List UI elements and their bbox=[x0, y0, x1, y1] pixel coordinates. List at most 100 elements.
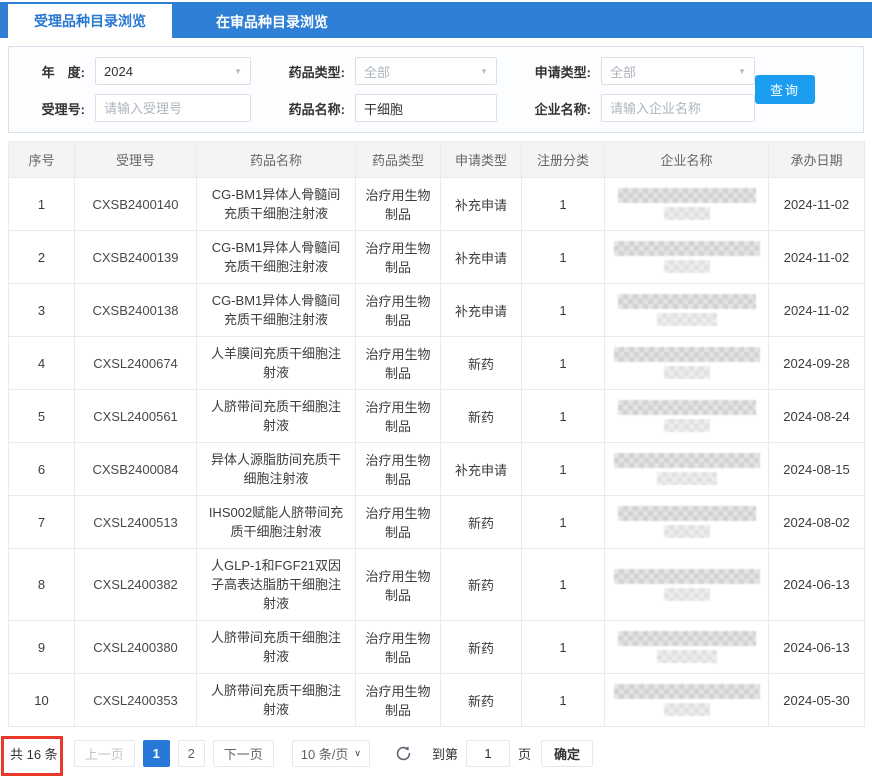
cell-drug-name: CG-BM1异体人骨髓间充质干细胞注射液 bbox=[196, 177, 356, 231]
col-header-apply-type: 申请类型 bbox=[440, 141, 522, 178]
table-row: 9 CXSL2400380 人脐带间充质干细胞注射液 治疗用生物制品 新药 1 … bbox=[8, 620, 865, 674]
year-select[interactable]: 2024 ▼ bbox=[95, 57, 251, 85]
cell-no: 8 bbox=[8, 548, 75, 621]
pagination-bar: 共 16 条 上一页 1 2 下一页 10 条/页 ∨ 到第 页 确定 bbox=[8, 739, 864, 767]
redacted-company-blur bbox=[609, 506, 764, 538]
col-header-drug-name: 药品名称 bbox=[196, 141, 356, 178]
cell-company-redacted bbox=[604, 177, 769, 231]
cell-drug-type: 治疗用生物制品 bbox=[355, 283, 441, 337]
cell-drug-type: 治疗用生物制品 bbox=[355, 336, 441, 390]
cell-apply-type: 新药 bbox=[440, 620, 522, 674]
cell-apply-type: 新药 bbox=[440, 548, 522, 621]
drug-name-input[interactable] bbox=[364, 100, 488, 116]
table-row: 2 CXSB2400139 CG-BM1异体人骨髓间充质干细胞注射液 治疗用生物… bbox=[8, 230, 865, 284]
company-name-field-wrap bbox=[601, 94, 755, 122]
search-filter-panel: 年 度: 2024 ▼ 药品类型: 全部 ▼ 申请类型: 全部 ▼ 受理号: 请… bbox=[8, 46, 864, 133]
cell-reg-class: 1 bbox=[521, 673, 605, 727]
cell-drug-name: 人GLP-1和FGF21双因子高表达脂肪干细胞注射液 bbox=[196, 548, 356, 621]
table-header-row: 序号 受理号 药品名称 药品类型 申请类型 注册分类 企业名称 承办日期 bbox=[8, 141, 865, 178]
cell-reg-class: 1 bbox=[521, 548, 605, 621]
cell-date: 2024-05-30 bbox=[768, 673, 865, 727]
table-row: 8 CXSL2400382 人GLP-1和FGF21双因子高表达脂肪干细胞注射液… bbox=[8, 548, 865, 621]
cell-drug-name: 异体人源脂肪间充质干细胞注射液 bbox=[196, 442, 356, 496]
cell-date: 2024-08-24 bbox=[768, 389, 865, 443]
cell-accept-no: CXSL2400674 bbox=[74, 336, 197, 390]
cell-company-redacted bbox=[604, 548, 769, 621]
cell-drug-name: 人脐带间充质干细胞注射液 bbox=[196, 620, 356, 674]
cell-company-redacted bbox=[604, 673, 769, 727]
cell-reg-class: 1 bbox=[521, 336, 605, 390]
company-name-input[interactable] bbox=[610, 100, 746, 116]
apply-type-select-value: 全部 bbox=[610, 64, 637, 80]
drug-name-label: 药品名称: bbox=[288, 101, 345, 117]
accept-no-field-wrap bbox=[95, 94, 251, 122]
chevron-down-icon: ▼ bbox=[234, 66, 242, 76]
col-header-drug-type: 药品类型 bbox=[355, 141, 441, 178]
drug-type-select[interactable]: 全部 ▼ bbox=[355, 57, 497, 85]
apply-type-select[interactable]: 全部 ▼ bbox=[601, 57, 755, 85]
cell-date: 2024-09-28 bbox=[768, 336, 865, 390]
cell-accept-no: CXSL2400513 bbox=[74, 495, 197, 549]
cell-accept-no: CXSL2400561 bbox=[74, 389, 197, 443]
year-label: 年 度: bbox=[41, 64, 85, 80]
chevron-down-icon: ∨ bbox=[354, 747, 361, 758]
cell-no: 6 bbox=[8, 442, 75, 496]
redacted-company-blur bbox=[609, 400, 764, 432]
accept-no-input[interactable] bbox=[104, 100, 242, 116]
cell-drug-type: 治疗用生物制品 bbox=[355, 620, 441, 674]
table-body: 1 CXSB2400140 CG-BM1异体人骨髓间充质干细胞注射液 治疗用生物… bbox=[8, 177, 865, 727]
cell-reg-class: 1 bbox=[521, 495, 605, 549]
cell-no: 10 bbox=[8, 673, 75, 727]
cell-date: 2024-11-02 bbox=[768, 230, 865, 284]
apply-type-label: 申请类型: bbox=[534, 64, 591, 80]
confirm-button[interactable]: 确定 bbox=[541, 739, 594, 767]
tab-accepted-catalog-label: 受理品种目录浏览 bbox=[34, 13, 146, 29]
year-select-value: 2024 bbox=[104, 63, 133, 79]
goto-page-suffix: 页 bbox=[518, 746, 532, 762]
page-button-1[interactable]: 1 bbox=[142, 739, 170, 767]
cell-drug-type: 治疗用生物制品 bbox=[355, 495, 441, 549]
cell-reg-class: 1 bbox=[521, 230, 605, 284]
col-header-no: 序号 bbox=[8, 141, 75, 178]
table-row: 10 CXSL2400353 人脐带间充质干细胞注射液 治疗用生物制品 新药 1… bbox=[8, 673, 865, 727]
redacted-company-blur bbox=[609, 241, 764, 273]
cell-apply-type: 新药 bbox=[440, 673, 522, 727]
redacted-company-blur bbox=[609, 684, 764, 716]
goto-page-input[interactable] bbox=[466, 739, 511, 767]
page-size-value: 10 条/页 bbox=[300, 746, 349, 762]
cell-company-redacted bbox=[604, 336, 769, 390]
company-name-label: 企业名称: bbox=[534, 101, 591, 117]
cell-apply-type: 新药 bbox=[440, 389, 522, 443]
cell-accept-no: CXSB2400140 bbox=[74, 177, 197, 231]
refresh-icon[interactable] bbox=[392, 742, 414, 764]
tab-accepted-catalog[interactable]: 受理品种目录浏览 bbox=[8, 4, 172, 38]
search-button[interactable]: 查询 bbox=[755, 75, 815, 104]
cell-no: 2 bbox=[8, 230, 75, 284]
page-button-2[interactable]: 2 bbox=[177, 739, 205, 767]
accept-no-label: 受理号: bbox=[41, 101, 85, 117]
cell-drug-type: 治疗用生物制品 bbox=[355, 548, 441, 621]
cell-company-redacted bbox=[604, 283, 769, 337]
cell-company-redacted bbox=[604, 495, 769, 549]
cell-date: 2024-06-13 bbox=[768, 620, 865, 674]
col-header-accept-no: 受理号 bbox=[74, 141, 197, 178]
redacted-company-blur bbox=[609, 453, 764, 485]
cell-drug-name: IHS002赋能人脐带间充质干细胞注射液 bbox=[196, 495, 356, 549]
cell-accept-no: CXSB2400139 bbox=[74, 230, 197, 284]
cell-no: 9 bbox=[8, 620, 75, 674]
cell-accept-no: CXSL2400353 bbox=[74, 673, 197, 727]
cell-drug-type: 治疗用生物制品 bbox=[355, 673, 441, 727]
cell-apply-type: 新药 bbox=[440, 495, 522, 549]
tab-under-review-catalog[interactable]: 在审品种目录浏览 bbox=[190, 6, 354, 38]
results-table: 序号 受理号 药品名称 药品类型 申请类型 注册分类 企业名称 承办日期 1 C… bbox=[8, 141, 865, 727]
page-size-select[interactable]: 10 条/页 ∨ bbox=[291, 739, 370, 767]
cell-drug-type: 治疗用生物制品 bbox=[355, 177, 441, 231]
cell-drug-name: CG-BM1异体人骨髓间充质干细胞注射液 bbox=[196, 230, 356, 284]
cell-reg-class: 1 bbox=[521, 389, 605, 443]
next-page-button[interactable]: 下一页 bbox=[212, 739, 274, 767]
cell-date: 2024-08-02 bbox=[768, 495, 865, 549]
table-row: 6 CXSB2400084 异体人源脂肪间充质干细胞注射液 治疗用生物制品 补充… bbox=[8, 442, 865, 496]
drug-type-select-value: 全部 bbox=[364, 64, 391, 80]
table-row: 4 CXSL2400674 人羊膜间充质干细胞注射液 治疗用生物制品 新药 1 … bbox=[8, 336, 865, 390]
prev-page-button[interactable]: 上一页 bbox=[73, 739, 135, 767]
